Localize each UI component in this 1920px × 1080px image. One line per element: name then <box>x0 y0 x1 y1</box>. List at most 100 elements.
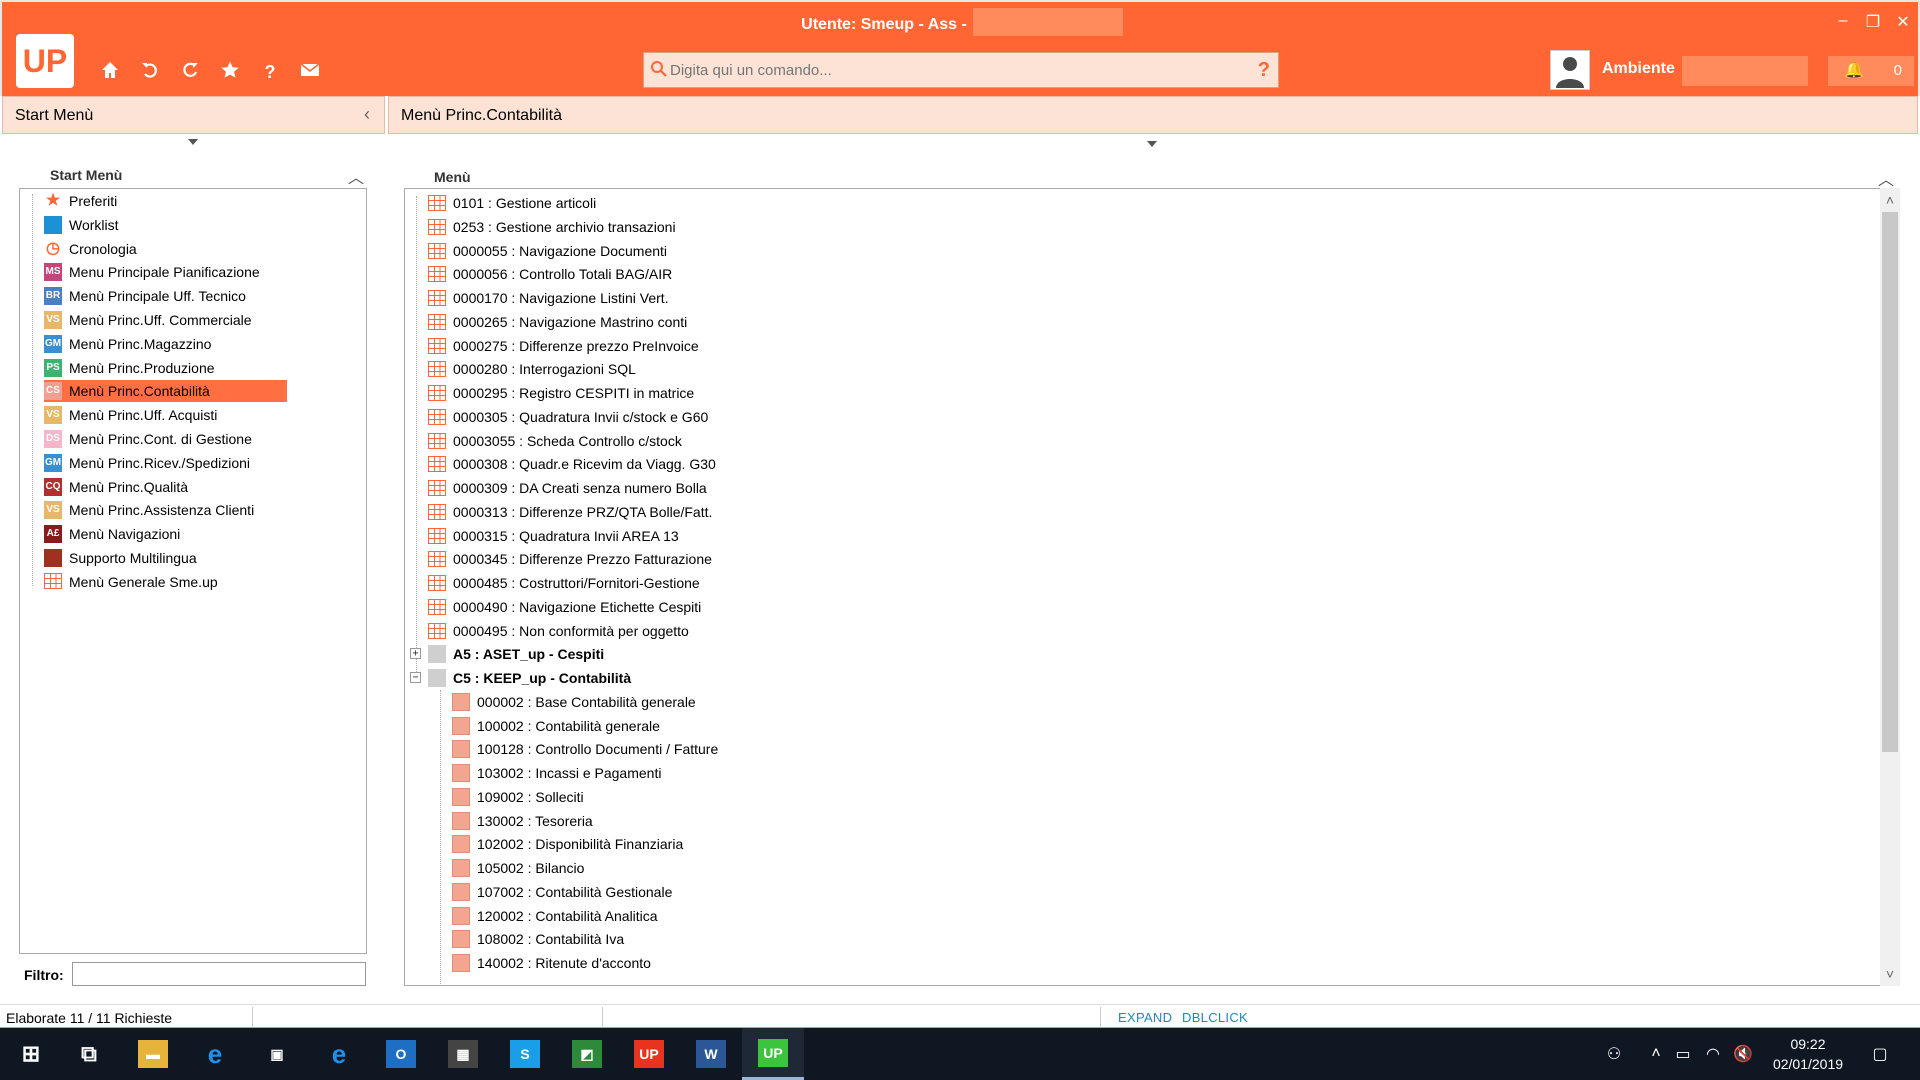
menu-item[interactable]: 0000495 : Non conformità per oggetto <box>428 620 689 642</box>
command-input[interactable] <box>670 53 1250 87</box>
sidebar-item[interactable]: MS Menu Principale Pianificazione <box>44 261 264 283</box>
collapse-icon[interactable]: − <box>410 672 421 683</box>
menu-item[interactable]: 100002 : Contabilità generale <box>452 715 660 737</box>
menu-item[interactable]: 109002 : Solleciti <box>452 786 584 808</box>
skype-app[interactable]: S <box>494 1028 556 1080</box>
word-app[interactable]: W <box>680 1028 742 1080</box>
sidebar-item[interactable]: Supporto Multilingua <box>44 547 201 569</box>
environment-field[interactable] <box>1682 56 1808 86</box>
paint-app[interactable]: ◩ <box>556 1028 618 1080</box>
sidebar-item[interactable]: VS Menù Princ.Uff. Commerciale <box>44 309 256 331</box>
scroll-down-arrow-icon[interactable]: ˅ <box>1880 966 1900 982</box>
menu-tree-scrollbar[interactable]: ˄ ˅ <box>1880 188 1900 986</box>
store-app[interactable]: ▣ <box>246 1028 308 1080</box>
menu-item[interactable]: 140002 : Ritenute d'acconto <box>452 952 651 974</box>
user-avatar[interactable] <box>1550 50 1590 90</box>
menu-item[interactable]: 0000265 : Navigazione Mastrino conti <box>428 311 687 333</box>
sidebar-item[interactable]: VS Menù Princ.Uff. Acquisti <box>44 404 221 426</box>
restore-button[interactable]: ❐ <box>1858 12 1888 32</box>
sidebar-item[interactable]: ★ Preferiti <box>44 190 121 212</box>
filter-input[interactable] <box>72 962 366 986</box>
star-icon[interactable] <box>218 60 242 84</box>
smeup-app-2[interactable]: UP <box>742 1028 804 1080</box>
command-bar[interactable]: ? <box>643 52 1279 88</box>
menu-item[interactable]: 108002 : Contabilità Iva <box>452 928 624 950</box>
wifi-icon[interactable]: ◠ <box>1700 1028 1726 1080</box>
task-view-button[interactable]: ⧉ <box>58 1028 120 1080</box>
mail-icon[interactable] <box>298 60 322 84</box>
help-icon[interactable]: ? <box>258 60 282 84</box>
right-panel-dropdown-icon[interactable] <box>1147 141 1157 147</box>
undo-icon[interactable] <box>138 60 162 84</box>
home-icon[interactable] <box>98 60 122 84</box>
menu-item[interactable]: 000002 : Base Contabilità generale <box>452 691 696 713</box>
menu-item[interactable]: 0000295 : Registro CESPITI in matrice <box>428 382 694 404</box>
menu-item[interactable]: 0000055 : Navigazione Documenti <box>428 240 667 262</box>
menu-item[interactable]: 0253 : Gestione archivio transazioni <box>428 216 676 238</box>
sidebar-item[interactable]: PS Menù Princ.Produzione <box>44 357 219 379</box>
menu-item[interactable]: 120002 : Contabilità Analitica <box>452 905 658 927</box>
edge-app[interactable]: e <box>184 1028 246 1080</box>
minimize-button[interactable]: – <box>1828 12 1858 30</box>
battery-icon[interactable]: ▭ <box>1670 1028 1696 1080</box>
smeup-app-1[interactable]: UP <box>618 1028 680 1080</box>
sidebar-item[interactable]: GM Menù Princ.Magazzino <box>44 333 215 355</box>
chevron-up-tray-icon[interactable]: ˄ <box>1644 1028 1668 1080</box>
sidebar-item[interactable]: BR Menù Principale Uff. Tecnico <box>44 285 250 307</box>
sidebar-item[interactable]: ◷ Cronologia <box>44 238 141 260</box>
menu-item[interactable]: 0000308 : Quadr.e Ricevim da Viagg. G30 <box>428 453 716 475</box>
sidebar-item[interactable]: Menù Generale Sme.up <box>44 571 222 593</box>
menu-item[interactable]: 0000490 : Navigazione Etichette Cespiti <box>428 596 701 618</box>
menu-item[interactable]: 130002 : Tesoreria <box>452 810 593 832</box>
left-panel-dropdown-icon[interactable] <box>188 139 198 145</box>
sidebar-item[interactable]: CQ Menù Princ.Qualità <box>44 476 192 498</box>
menu-item[interactable]: 107002 : Contabilità Gestionale <box>452 881 672 903</box>
menu-item[interactable]: 0000305 : Quadratura Invii c/stock e G60 <box>428 406 708 428</box>
menu-item[interactable]: 0000485 : Costruttori/Fornitori-Gestione <box>428 572 700 594</box>
sidebar-item[interactable]: DS Menù Princ.Cont. di Gestione <box>44 428 256 450</box>
refresh-icon[interactable] <box>178 60 202 84</box>
sidebar-item[interactable]: GM Menù Princ.Ricev./Spedizioni <box>44 452 254 474</box>
menu-item[interactable]: 0000315 : Quadratura Invii AREA 13 <box>428 525 679 547</box>
menu-item[interactable]: 0000275 : Differenze prezzo PreInvoice <box>428 335 699 357</box>
volume-muted-icon[interactable]: 🔇 <box>1730 1028 1756 1080</box>
command-help-icon[interactable]: ? <box>1258 59 1270 82</box>
menu-item[interactable]: 0000309 : DA Creati senza numero Bolla <box>428 477 707 499</box>
calculator-app[interactable]: ▦ <box>432 1028 494 1080</box>
menu-item[interactable]: 0000056 : Controllo Totali BAG/AIR <box>428 263 672 285</box>
menu-item[interactable]: 100128 : Controllo Documenti / Fatture <box>452 738 718 760</box>
ie-app[interactable]: e <box>308 1028 370 1080</box>
sidebar-item[interactable]: Worklist <box>44 214 123 236</box>
menu-item[interactable]: 102002 : Disponibilità Finanziaria <box>452 833 683 855</box>
menu-item[interactable]: 0000345 : Differenze Prezzo Fatturazione <box>428 548 712 570</box>
chevron-up-icon[interactable]: ︿ <box>1878 166 1894 190</box>
notifications-button[interactable]: 🔔 0 <box>1828 56 1914 86</box>
menu-item[interactable]: 103002 : Incassi e Pagamenti <box>452 762 661 784</box>
expand-link[interactable]: EXPAND <box>1118 1010 1172 1025</box>
smeup-logo[interactable]: UP <box>16 34 74 88</box>
menu-item[interactable]: 00003055 : Scheda Controllo c/stock <box>428 430 682 452</box>
file-explorer-app[interactable]: ▬ <box>122 1028 184 1080</box>
start-button[interactable]: ⊞ <box>0 1028 62 1080</box>
sidebar-item[interactable]: A£ Menù Navigazioni <box>44 523 184 545</box>
menu-group[interactable]: A5 : ASET_up - Cespiti <box>428 643 604 665</box>
dblclick-link[interactable]: DBLCLICK <box>1182 1010 1248 1025</box>
menu-group[interactable]: C5 : KEEP_up - Contabilità <box>428 667 631 689</box>
outlook-app[interactable]: O <box>370 1028 432 1080</box>
menu-item[interactable]: 0000313 : Differenze PRZ/QTA Bolle/Fatt. <box>428 501 712 523</box>
sidebar-item[interactable]: VS Menù Princ.Assistenza Clienti <box>44 499 258 521</box>
people-icon[interactable]: ⚇ <box>1596 1028 1632 1080</box>
sidebar-item[interactable]: CS Menù Princ.Contabilità <box>44 380 287 402</box>
chevron-up-icon[interactable]: ︿ <box>348 164 364 188</box>
menu-item[interactable]: 0000280 : Interrogazioni SQL <box>428 358 636 380</box>
menu-item[interactable]: 105002 : Bilancio <box>452 857 584 879</box>
menu-item[interactable]: 0000170 : Navigazione Listini Vert. <box>428 287 669 309</box>
collapse-left-panel-icon[interactable]: ‹ <box>364 104 370 125</box>
close-button[interactable]: ✕ <box>1888 12 1918 32</box>
scroll-up-arrow-icon[interactable]: ˄ <box>1880 192 1900 208</box>
action-center-icon[interactable]: ▢ <box>1862 1028 1898 1080</box>
scroll-thumb[interactable] <box>1882 212 1898 752</box>
expand-icon[interactable]: + <box>410 648 421 659</box>
system-clock[interactable]: 09:22 02/01/2019 <box>1758 1034 1858 1074</box>
menu-item[interactable]: 0101 : Gestione articoli <box>428 192 596 214</box>
